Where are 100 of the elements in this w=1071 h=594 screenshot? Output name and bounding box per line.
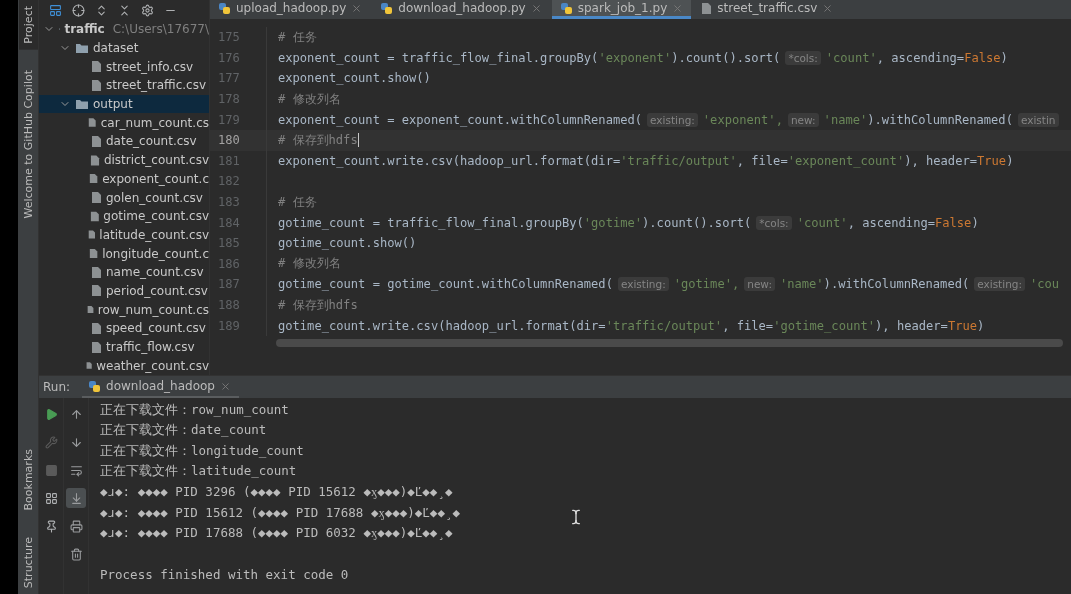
- line-number: 179: [210, 109, 267, 130]
- tree-item[interactable]: period_count.csv: [39, 281, 209, 301]
- tool-window-tab[interactable]: Structure: [18, 530, 38, 594]
- console-line: 正在下载文件：latitude_count: [100, 462, 297, 481]
- close-icon[interactable]: [822, 2, 834, 14]
- run-tab[interactable]: download_hadoop: [82, 376, 239, 398]
- python-file-icon: [380, 1, 394, 15]
- console-line: ◆ɹ◆: ◆◆◆◆ PID 15612 (◆◆◆◆ PID 17688 ◆ӽ◆◆◆)◆Ľ◆◆¸◆: [100, 503, 460, 522]
- console-line: ◆ɹ◆: ◆◆◆◆ PID 3296 (◆◆◆◆ PID 15612 ◆ӽ◆◆◆)◆Ľ◆◆¸◆: [100, 483, 453, 502]
- tree-item[interactable]: golen_count.csv: [39, 188, 209, 207]
- file-icon: [89, 209, 100, 223]
- tree-item[interactable]: gotime_count.csv: [39, 206, 209, 226]
- tree-item[interactable]: dataset: [39, 38, 209, 58]
- tool-window-tab[interactable]: Bookmarks: [18, 443, 38, 517]
- tool-window-tab[interactable]: Welcome to GitHub Copilot: [18, 63, 38, 225]
- tree-item[interactable]: traffic_flow.csv: [39, 337, 209, 357]
- file-icon: [89, 153, 100, 167]
- editor-tab[interactable]: download_hadoop.py: [372, 0, 550, 19]
- folder-icon: [75, 42, 89, 55]
- editor-tab[interactable]: spark_job_1.py: [551, 0, 692, 19]
- tree-item[interactable]: traffic C:\Users\17677\: [39, 20, 209, 39]
- file-icon: [88, 116, 97, 130]
- file-icon: [91, 191, 102, 205]
- file-icon: [91, 78, 102, 92]
- console-line: 正在下载文件：row_num_count: [100, 400, 289, 419]
- file-icon: [91, 265, 102, 279]
- line-number: 184: [210, 212, 267, 233]
- code-line: # 修改列名: [278, 255, 341, 273]
- settings-icon[interactable]: [141, 3, 154, 17]
- tree-item[interactable]: street_info.csv: [39, 57, 209, 77]
- tree-item[interactable]: name_count.csv: [39, 262, 209, 282]
- console-line: 正在下载文件：longitude_count: [100, 441, 304, 460]
- code-line: # 任务: [278, 28, 317, 46]
- editor-tab[interactable]: upload_hadoop.py: [210, 0, 371, 19]
- code-line: gotime_count = traffic_flow_final.groupBy('gotime').count().sort( *cols: 'count', ascending=False): [278, 215, 979, 230]
- file-icon: [89, 172, 99, 186]
- code-line: # 保存到hdfs: [278, 131, 360, 149]
- code-line: exponent_count = exponent_count.withColumnRenamed( existing: 'exponent', new: 'name').withColumnRenamed( existin: [278, 112, 1064, 127]
- text-caret: [357, 133, 360, 148]
- line-number: 177: [210, 68, 267, 89]
- console-line: ◆ɹ◆: ◆◆◆◆ PID 17688 (◆◆◆◆ PID 6032 ◆ӽ◆◆◆)◆Ľ◆◆¸◆: [100, 524, 453, 543]
- python-file-icon: [88, 379, 102, 393]
- play-icon: [44, 407, 58, 421]
- close-icon[interactable]: [530, 2, 542, 14]
- file-icon: [91, 134, 102, 148]
- tree-item[interactable]: date_count.csv: [39, 132, 209, 151]
- console-line: Process finished with exit code 0: [100, 565, 349, 584]
- pin-icon: [44, 519, 58, 533]
- horizontal-scrollbar[interactable]: [276, 338, 1063, 347]
- editor-tab[interactable]: street_traffic.csv: [693, 0, 842, 19]
- line-number: 183: [210, 191, 267, 213]
- tree-item[interactable]: longitude_count.c: [39, 244, 209, 263]
- printer-icon: [69, 519, 83, 533]
- trash-icon: [69, 547, 83, 561]
- tree-item[interactable]: street_traffic.csv: [39, 76, 209, 95]
- code-line: # 保存到hdfs: [278, 296, 358, 314]
- code-line: # 修改列名: [278, 90, 341, 108]
- line-number: 180: [210, 129, 267, 151]
- file-icon: [91, 321, 102, 335]
- tree-item[interactable]: output: [39, 94, 209, 114]
- collapse-all-icon[interactable]: [118, 3, 131, 17]
- arrow-up-icon: [69, 407, 83, 421]
- scroll-end-button[interactable]: [66, 488, 86, 508]
- folder-icon: [75, 98, 89, 111]
- console-line: 正在下载文件：date_count: [100, 421, 267, 440]
- tree-item[interactable]: row_num_count.cs: [39, 300, 209, 319]
- line-number: 176: [210, 47, 267, 69]
- grid-icon: [44, 491, 58, 505]
- code-line: exponent_count.show(): [278, 71, 431, 86]
- line-number: 182: [210, 171, 267, 192]
- line-number: 178: [210, 88, 267, 110]
- line-number: 186: [210, 253, 267, 275]
- file-icon: [701, 1, 713, 15]
- tree-item[interactable]: weather_count.csv: [39, 356, 209, 375]
- tree-item[interactable]: exponent_count.c: [39, 169, 209, 189]
- tree-item[interactable]: car_num_count.cs: [39, 113, 209, 133]
- code-line: gotime_count = gotime_count.withColumnRenamed( existing: 'gotime', new: 'name').withColumnRenamed( existing: 'cou: [278, 277, 1060, 292]
- run-label: Run:: [43, 380, 71, 394]
- locate-icon[interactable]: [72, 3, 85, 17]
- tree-item[interactable]: district_count.csv: [39, 150, 209, 170]
- line-number: 181: [210, 150, 267, 172]
- close-icon[interactable]: [351, 2, 363, 14]
- close-icon[interactable]: [219, 380, 231, 392]
- file-icon: [91, 284, 102, 298]
- wrap-icon: [69, 463, 83, 477]
- expand-all-icon[interactable]: [95, 3, 108, 17]
- code-line: # 任务: [278, 193, 317, 211]
- line-number: 185: [210, 232, 267, 254]
- panel-icon[interactable]: [49, 3, 62, 17]
- line-number: 188: [210, 294, 267, 316]
- file-icon: [89, 247, 99, 261]
- tree-item[interactable]: latitude_count.csv: [39, 225, 209, 245]
- code-line: gotime_count.show(): [278, 236, 417, 251]
- arrow-to-line-icon: [69, 491, 83, 505]
- tree-item[interactable]: speed_count.csv: [39, 319, 209, 338]
- wrench-icon: [44, 435, 58, 449]
- stop-icon: [44, 463, 58, 477]
- tool-window-tab[interactable]: Project: [18, 0, 38, 50]
- line-number: 187: [210, 274, 267, 295]
- code-line: gotime_count.write.csv(hadoop_url.format(dir='traffic/output', file='gotime_count'), header=True): [278, 318, 985, 333]
